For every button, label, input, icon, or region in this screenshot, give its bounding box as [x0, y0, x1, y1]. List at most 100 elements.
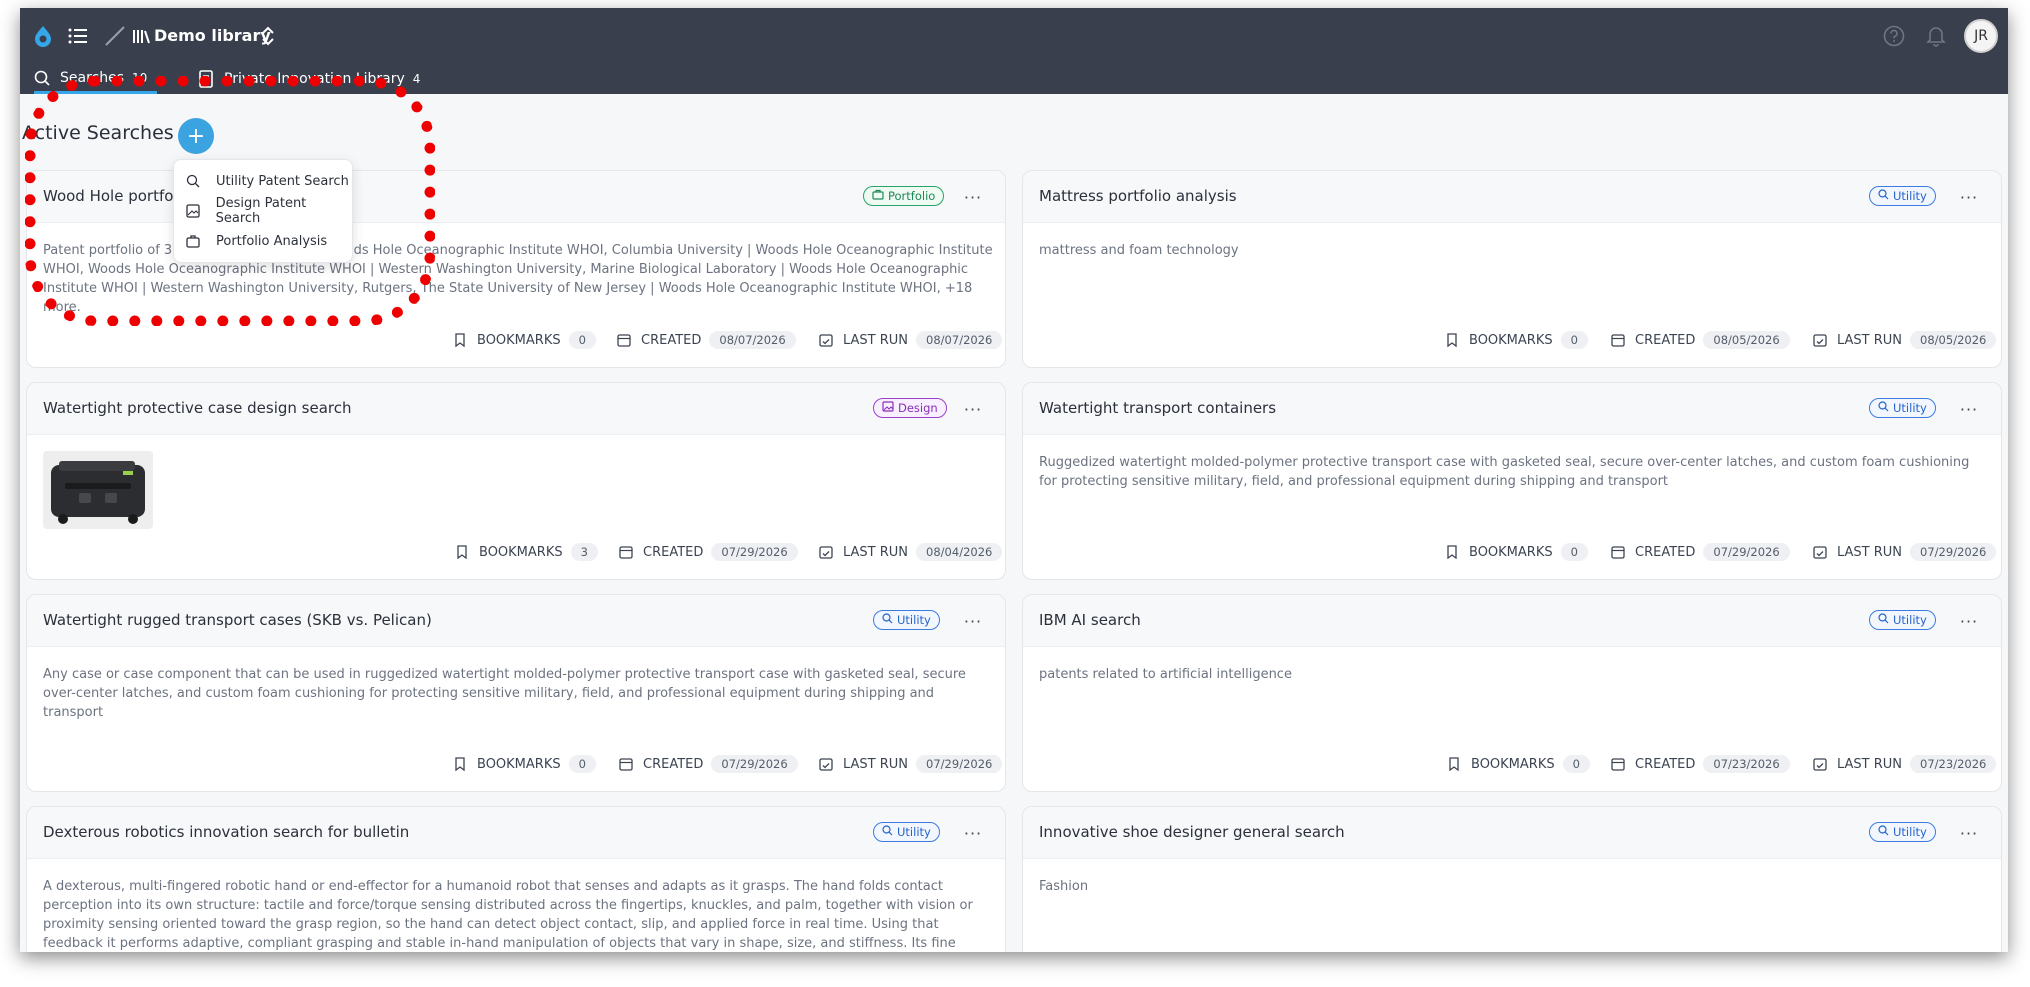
- bookmarks-count: 0: [1560, 543, 1588, 561]
- app-logo-icon[interactable]: [30, 23, 56, 49]
- calendar-check-icon: [1811, 543, 1829, 561]
- search-card[interactable]: Innovative shoe designer general search …: [1022, 806, 2002, 952]
- search-card[interactable]: Dexterous robotics innovation search for…: [26, 806, 1006, 952]
- more-options-button[interactable]: ···: [1957, 185, 1981, 209]
- card-title[interactable]: Dexterous robotics innovation search for…: [43, 823, 409, 841]
- badge-label: Utility: [1893, 189, 1927, 203]
- calendar-icon: [1609, 331, 1627, 349]
- menu-item-portfolio-analysis[interactable]: Portfolio Analysis: [174, 226, 352, 256]
- card-title[interactable]: IBM AI search: [1039, 611, 1141, 629]
- calendar-icon: [617, 755, 635, 773]
- more-options-button[interactable]: ···: [1957, 821, 1981, 845]
- bookmark-icon: [451, 331, 469, 349]
- search-icon: [186, 172, 204, 190]
- tab-label: Private Innovation Library: [224, 71, 405, 87]
- list-menu-icon[interactable]: [66, 24, 90, 48]
- badge-label: Utility: [1893, 613, 1927, 627]
- more-options-button[interactable]: ···: [961, 185, 985, 209]
- bookmarks-meta: BOOKMARKS 0: [1443, 541, 1588, 563]
- search-card[interactable]: Watertight protective case design search…: [26, 382, 1006, 580]
- bookmarks-label: BOOKMARKS: [477, 332, 561, 348]
- new-search-dropdown: Utility Patent Search Design Patent Sear…: [173, 159, 353, 263]
- badge-label: Utility: [897, 613, 931, 627]
- last-run-label: LAST RUN: [843, 332, 909, 348]
- bookmarks-label: BOOKMARKS: [1469, 544, 1553, 560]
- bookmarks-count: 0: [568, 755, 596, 773]
- search-icon: [1878, 613, 1889, 627]
- tab-private-innovation-library[interactable]: Private Innovation Library 4: [198, 64, 420, 94]
- bookmarks-meta: BOOKMARKS 3: [453, 541, 598, 563]
- search-card[interactable]: IBM AI search Utility ··· patents relate…: [1022, 594, 2002, 792]
- type-badge: Design: [873, 398, 947, 418]
- card-title[interactable]: Innovative shoe designer general search: [1039, 823, 1345, 841]
- last-run-meta: LAST RUN 07/29/2026: [1811, 541, 1997, 563]
- design-thumbnail[interactable]: [43, 451, 153, 529]
- badge-label: Utility: [1893, 401, 1927, 415]
- search-card[interactable]: Watertight rugged transport cases (SKB v…: [26, 594, 1006, 792]
- help-icon[interactable]: [1882, 24, 1906, 48]
- created-label: CREATED: [1635, 756, 1696, 772]
- created-meta: CREATED 07/23/2026: [1609, 753, 1790, 775]
- bookmarks-count: 0: [1560, 331, 1588, 349]
- calendar-icon: [1609, 543, 1627, 561]
- menu-item-design-patent-search[interactable]: Design Patent Search: [174, 196, 352, 226]
- created-label: CREATED: [643, 756, 704, 772]
- badge-label: Utility: [1893, 825, 1927, 839]
- card-title[interactable]: Watertight protective case design search: [43, 399, 352, 417]
- page-title: Active Searches: [22, 122, 174, 144]
- tab-bar: Searches 10 Private Innovation Library 4: [20, 64, 2008, 94]
- tab-searches[interactable]: Searches 10: [34, 64, 158, 94]
- bookmarks-count: 0: [1562, 755, 1590, 773]
- created-date: 07/29/2026: [711, 755, 798, 773]
- created-meta: CREATED 07/29/2026: [617, 753, 798, 775]
- last-run-date: 07/29/2026: [916, 755, 1003, 773]
- bookmarks-meta: BOOKMARKS 0: [451, 329, 596, 351]
- add-search-button[interactable]: +: [178, 118, 214, 154]
- search-card[interactable]: Watertight transport containers Utility …: [1022, 382, 2002, 580]
- more-options-button[interactable]: ···: [961, 397, 985, 421]
- search-card[interactable]: Mattress portfolio analysis Utility ··· …: [1022, 170, 2002, 368]
- menu-item-utility-patent-search[interactable]: Utility Patent Search: [174, 166, 352, 196]
- more-options-button[interactable]: ···: [961, 609, 985, 633]
- last-run-date: 08/05/2026: [1910, 331, 1997, 349]
- created-meta: CREATED 07/29/2026: [1609, 541, 1790, 563]
- type-badge: Utility: [1869, 822, 1936, 842]
- type-badge: Portfolio: [863, 186, 945, 206]
- created-date: 07/29/2026: [711, 543, 798, 561]
- created-label: CREATED: [641, 332, 702, 348]
- menu-item-label: Design Patent Search: [215, 196, 307, 226]
- type-badge: Utility: [873, 610, 940, 630]
- bookmarks-label: BOOKMARKS: [1471, 756, 1555, 772]
- chevron-up-down-icon[interactable]: [254, 22, 282, 50]
- image-icon: [882, 401, 894, 415]
- bookmarks-meta: BOOKMARKS 0: [1443, 329, 1588, 351]
- card-title[interactable]: Mattress portfolio analysis: [1039, 187, 1237, 205]
- type-badge: Utility: [873, 822, 940, 842]
- card-description: Fashion: [1039, 879, 1089, 894]
- search-icon: [1878, 401, 1889, 415]
- calendar-check-icon: [817, 543, 835, 561]
- notification-bell-icon[interactable]: [1924, 24, 1948, 48]
- card-title[interactable]: Watertight rugged transport cases (SKB v…: [43, 611, 432, 629]
- created-date: 07/29/2026: [1703, 543, 1790, 561]
- bookmark-icon: [1443, 331, 1461, 349]
- user-avatar[interactable]: JR: [1964, 19, 1998, 53]
- card-description: Ruggedized watertight molded-polymer pro…: [1039, 455, 1970, 489]
- more-options-button[interactable]: ···: [1957, 397, 1981, 421]
- search-icon: [1878, 189, 1889, 203]
- calendar-check-icon: [1811, 331, 1829, 349]
- last-run-date: 08/07/2026: [916, 331, 1003, 349]
- badge-label: Design: [898, 401, 938, 415]
- card-title[interactable]: Wood Hole portfolio: [43, 187, 191, 205]
- bookmarks-count: 3: [570, 543, 598, 561]
- tab-count: 4: [412, 72, 421, 86]
- type-badge: Utility: [1869, 186, 1936, 206]
- more-options-button[interactable]: ···: [1957, 609, 1981, 633]
- bookmark-icon: [1443, 543, 1461, 561]
- card-title[interactable]: Watertight transport containers: [1039, 399, 1276, 417]
- search-icon: [34, 69, 52, 87]
- type-badge: Utility: [1869, 398, 1936, 418]
- more-options-button[interactable]: ···: [961, 821, 985, 845]
- main-content: Active Searches + Wood Hole portfolio Po…: [20, 94, 2008, 952]
- calendar-icon: [1609, 755, 1627, 773]
